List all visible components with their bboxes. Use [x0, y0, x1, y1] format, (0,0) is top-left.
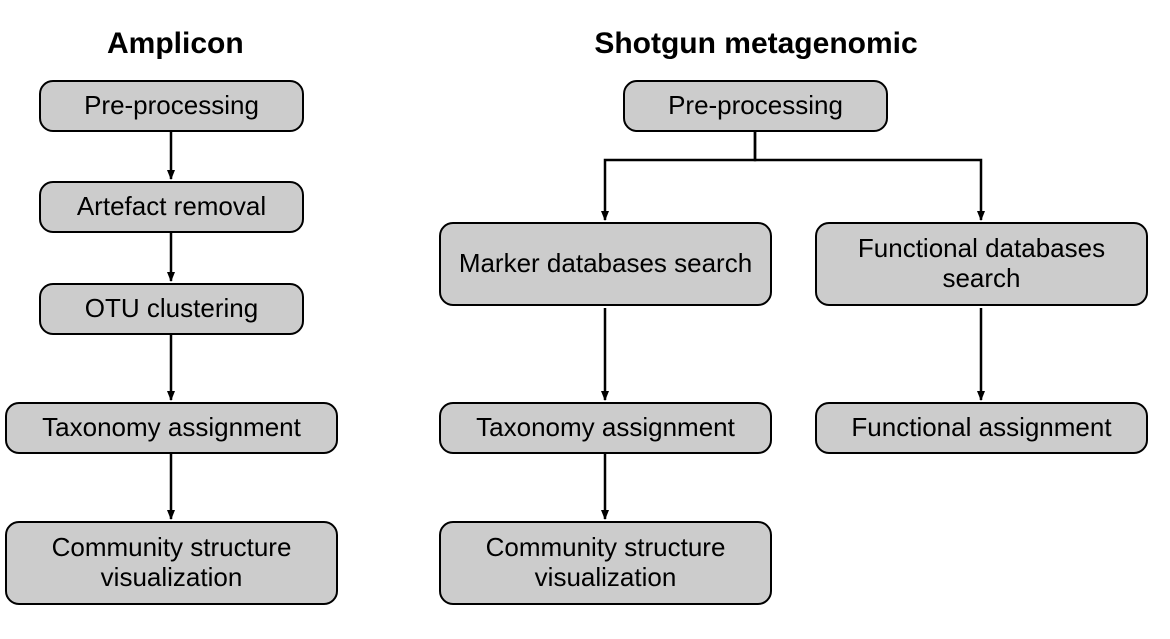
node-amp-otu: OTU clustering — [39, 283, 304, 335]
node-amp-artefact: Artefact removal — [39, 181, 304, 233]
node-sg-community: Community structure visualization — [439, 521, 772, 605]
node-sg-preprocessing: Pre-processing — [623, 80, 888, 132]
node-sg-taxonomy: Taxonomy assignment — [439, 402, 772, 454]
node-sg-functional-assign: Functional assignment — [815, 402, 1148, 454]
node-amp-community: Community structure visualization — [5, 521, 338, 605]
heading-amplicon: Amplicon — [107, 27, 237, 61]
node-amp-taxonomy: Taxonomy assignment — [5, 402, 338, 454]
node-sg-marker: Marker databases search — [439, 222, 772, 306]
node-sg-functional-db: Functional databases search — [815, 222, 1148, 306]
node-amp-preprocessing: Pre-processing — [39, 80, 304, 132]
heading-shotgun: Shotgun metagenomic — [591, 27, 921, 61]
